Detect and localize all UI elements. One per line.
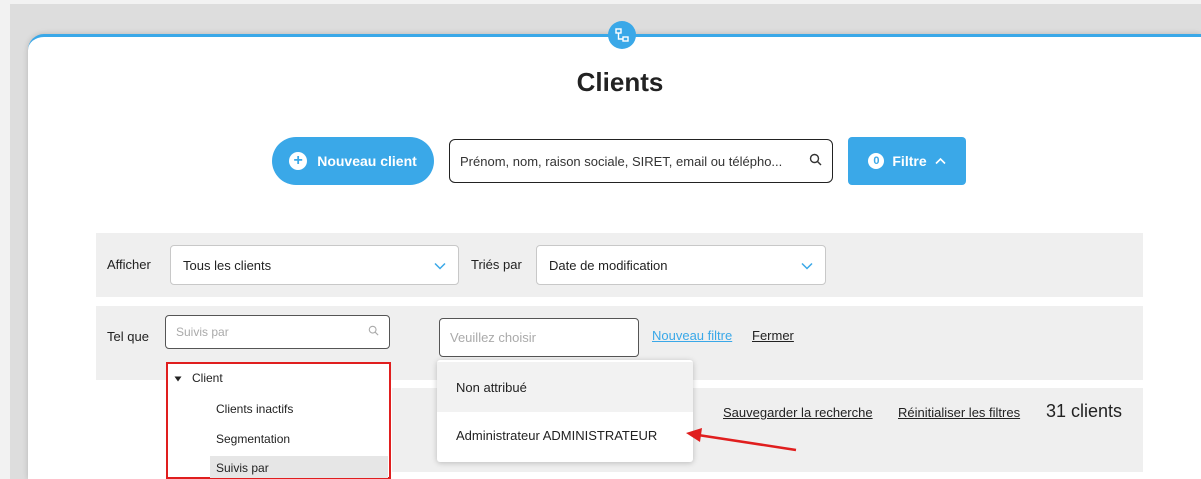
show-select-value: Tous les clients	[183, 257, 272, 273]
chevron-down-icon	[801, 258, 813, 273]
chevron-up-icon	[935, 154, 946, 168]
show-select[interactable]: Tous les clients	[170, 245, 459, 285]
chevron-down-icon	[434, 258, 446, 273]
show-label: Afficher	[107, 257, 151, 272]
option-unassigned[interactable]: Non attribué	[437, 362, 693, 412]
criteria-tree: Client Clients inactifs Segmentation Sui…	[166, 362, 391, 479]
new-filter-link[interactable]: Nouveau filtre	[652, 328, 732, 343]
results-count: 31 clients	[1046, 401, 1123, 421]
new-client-button[interactable]: + Nouveau client	[272, 137, 434, 185]
close-link[interactable]: Fermer	[752, 328, 794, 343]
criteria-search-input[interactable]: Suivis par	[165, 315, 390, 349]
page-title: Clients	[576, 67, 664, 97]
red-arrow-annotation	[686, 428, 797, 452]
sort-select-value: Date de modification	[549, 257, 668, 273]
tree-group-client[interactable]: Client	[192, 371, 223, 385]
criteria-placeholder: Suivis par	[176, 325, 229, 339]
caret-down-icon[interactable]	[174, 372, 182, 386]
tree-item-inactive-clients[interactable]: Clients inactifs	[216, 402, 293, 416]
reset-filters-link[interactable]: Réinitialiser les filtres	[898, 405, 1020, 420]
tree-item-segmentation[interactable]: Segmentation	[216, 432, 290, 446]
plus-icon: +	[289, 152, 308, 170]
search-input[interactable]: Prénom, nom, raison sociale, SIRET, emai…	[449, 139, 833, 183]
option-administrator[interactable]: Administrateur ADMINISTRATEUR	[437, 410, 693, 460]
search-icon[interactable]	[809, 153, 822, 169]
filter-count-badge: 0	[868, 153, 885, 169]
tree-item-followed-by[interactable]: Suivis par	[216, 461, 269, 475]
org-chart-icon	[608, 21, 636, 49]
filter-button[interactable]: 0 Filtre	[848, 137, 966, 185]
search-icon	[368, 325, 379, 339]
such-as-label: Tel que	[107, 329, 149, 344]
save-search-link[interactable]: Sauvegarder la recherche	[723, 405, 873, 420]
value-placeholder: Veuillez choisir	[450, 330, 536, 345]
sort-label: Triés par	[471, 257, 522, 272]
sort-select[interactable]: Date de modification	[536, 245, 826, 285]
search-placeholder: Prénom, nom, raison sociale, SIRET, emai…	[460, 153, 783, 169]
value-dropdown: Non attribué Administrateur ADMINISTRATE…	[437, 360, 693, 462]
filter-label: Filtre	[892, 153, 927, 169]
new-client-label: Nouveau client	[317, 153, 417, 169]
value-select-input[interactable]: Veuillez choisir	[439, 318, 639, 357]
